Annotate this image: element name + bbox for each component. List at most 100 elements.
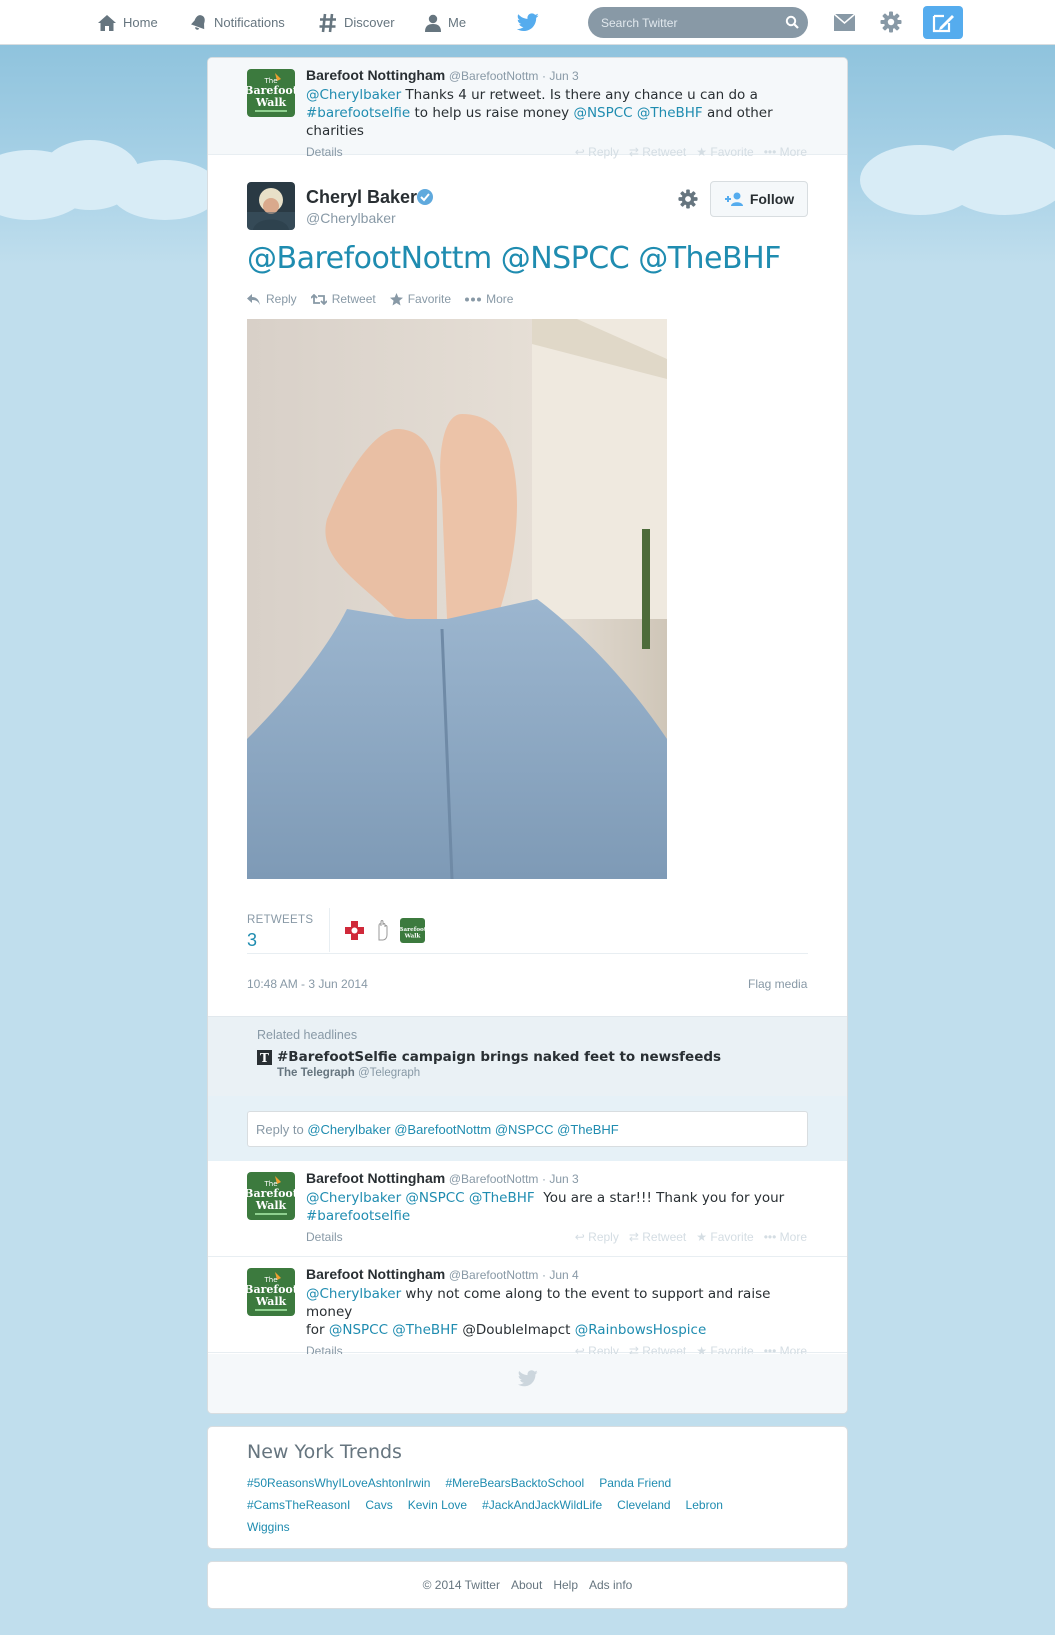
avatar-barefoot-nottingham[interactable]: TheBarefootWalk <box>247 1268 295 1316</box>
tweet-date[interactable]: · Jun 3 <box>542 69 579 83</box>
hashtag-link[interactable]: #barefootselfie <box>306 105 410 121</box>
hashtag-icon <box>319 13 336 32</box>
tweet-text[interactable]: @BarefootNottm @NSPCC @TheBHF <box>247 241 781 276</box>
mention-link[interactable]: @NSPCC <box>573 105 632 121</box>
retweet-action[interactable]: ⇄ Retweet <box>629 145 686 159</box>
reply-action[interactable]: ↩ Reply <box>575 1230 619 1244</box>
author-handle[interactable]: @BarefootNottm <box>449 69 539 83</box>
trend-link[interactable]: #CamsTheReasonI <box>247 1494 350 1516</box>
retweet-action[interactable]: Retweet <box>310 292 376 306</box>
details-link[interactable]: Details <box>306 145 343 159</box>
more-action[interactable]: ••• More <box>764 145 807 159</box>
favorite-action[interactable]: ★ Favorite <box>696 1230 753 1244</box>
ancestor-tweet[interactable]: TheBarefootWalk Barefoot Nottingham @Bar… <box>208 58 847 159</box>
flag-media-link[interactable]: Flag media <box>748 977 807 991</box>
trend-link[interactable]: Lebron <box>686 1494 723 1516</box>
avatar-barefoot-nottingham[interactable]: TheBarefootWalk <box>247 1172 295 1220</box>
favorite-label: Favorite <box>407 292 452 306</box>
nav-discover-label: Discover <box>344 15 395 30</box>
footer-help-link[interactable]: Help <box>553 1578 578 1592</box>
retweets-count[interactable]: 3 <box>247 930 257 951</box>
trend-link[interactable]: #50ReasonsWhyILoveAshtonIrwin <box>247 1472 430 1494</box>
trend-link[interactable]: Wiggins <box>247 1516 290 1538</box>
follow-button[interactable]: Follow <box>710 181 808 217</box>
mention-link[interactable]: @NSPCC @TheBHF <box>329 1322 458 1338</box>
retweeter-avatar[interactable] <box>342 918 367 943</box>
gear-icon[interactable] <box>880 11 902 33</box>
author-name[interactable]: Cheryl Baker <box>306 187 417 208</box>
compose-tweet-button[interactable] <box>923 6 963 39</box>
person-icon <box>425 14 441 32</box>
tweet-actions: Reply Retweet Favorite More <box>247 292 513 306</box>
footer-ads-info-link[interactable]: Ads info <box>589 1578 632 1592</box>
svg-text:T: T <box>260 1051 269 1065</box>
trend-link[interactable]: Kevin Love <box>408 1494 467 1516</box>
gear-icon[interactable] <box>678 189 698 209</box>
mention-link[interactable]: @RainbowsHospice <box>575 1322 707 1338</box>
nav-me[interactable]: Me <box>424 0 466 45</box>
avatar-barefoot-nottingham[interactable]: TheBarefootWalk <box>247 69 295 117</box>
more-action[interactable]: ••• More <box>764 1230 807 1244</box>
reply-tweet[interactable]: TheBarefootWalk Barefoot Nottingham @Bar… <box>208 1161 847 1257</box>
author-name[interactable]: Barefoot Nottingham <box>306 1170 445 1186</box>
trend-link[interactable]: Panda Friend <box>599 1472 671 1494</box>
tweet-date[interactable]: · Jun 3 <box>542 1172 579 1186</box>
logo-text-walk: Walk <box>255 1295 287 1308</box>
reply-action[interactable]: ↩ Reply <box>575 145 619 159</box>
mention-link[interactable]: @TheBHF <box>637 105 703 121</box>
avatar-cheryl-baker[interactable] <box>247 182 295 230</box>
twitter-bird-icon[interactable] <box>517 13 539 32</box>
more-label: More <box>779 1230 807 1244</box>
top-navigation-bar: Home Notifications Discover Me <box>0 0 1055 45</box>
tweet-actions: ↩ Reply ⇄ Retweet ★ Favorite ••• More <box>575 145 807 159</box>
trend-link[interactable]: Cavs <box>365 1494 392 1516</box>
trend-link[interactable]: #MereBearsBacktoSchool <box>445 1472 584 1494</box>
retweet-action[interactable]: ⇄ Retweet <box>629 1230 686 1244</box>
source-handle[interactable]: @Telegraph <box>358 1067 420 1079</box>
footer-about-link[interactable]: About <box>511 1578 542 1592</box>
mention-link[interactable]: @Cherylbaker <box>306 1286 401 1302</box>
tweet-text-segment: to help us raise money <box>410 105 574 121</box>
retweet-icon <box>310 293 327 305</box>
trend-link[interactable]: #JackAndJackWildLife <box>482 1494 602 1516</box>
tweet-stats: RETWEETS 3 BarefootWalk <box>247 908 808 954</box>
author-name[interactable]: Barefoot Nottingham <box>306 1266 445 1282</box>
hashtag-link[interactable]: #barefootselfie <box>306 1208 410 1224</box>
trend-link[interactable]: Cleveland <box>617 1494 670 1516</box>
tweet-actions: ↩ Reply ⇄ Retweet ★ Favorite ••• More <box>575 1230 807 1244</box>
mention-link[interactable]: @Cherylbaker @NSPCC @TheBHF <box>306 1190 535 1206</box>
nav-notifications[interactable]: Notifications <box>190 0 285 45</box>
search-input[interactable] <box>588 15 778 30</box>
search-icon[interactable] <box>785 15 799 29</box>
more-action[interactable]: More <box>465 292 513 306</box>
author-handle[interactable]: @Cherylbaker <box>306 210 396 226</box>
cloud-decoration <box>110 160 220 220</box>
retweeter-avatar[interactable] <box>371 918 396 943</box>
author-handle[interactable]: @BarefootNottm <box>449 1172 539 1186</box>
nav-home[interactable]: Home <box>97 0 158 45</box>
author-handle[interactable]: @BarefootNottm <box>449 1268 539 1282</box>
hand-sketch-logo <box>371 918 396 943</box>
nav-home-label: Home <box>123 15 158 30</box>
nav-notifications-label: Notifications <box>214 15 285 30</box>
favorite-action[interactable]: Favorite <box>389 292 452 306</box>
tweet-media-photo[interactable] <box>247 319 667 879</box>
reply-tweet[interactable]: TheBarefootWalk Barefoot Nottingham @Bar… <box>208 1257 847 1358</box>
barefoot-selfie-photo <box>247 319 667 879</box>
mention-link[interactable]: @Cherylbaker <box>306 87 401 103</box>
author-name[interactable]: Barefoot Nottingham <box>306 67 445 83</box>
reply-label: Reply <box>266 292 297 306</box>
envelope-icon[interactable] <box>833 13 856 32</box>
related-headline-link[interactable]: #BarefootSelfie campaign brings naked fe… <box>277 1049 721 1065</box>
details-link[interactable]: Details <box>306 1230 343 1244</box>
reply-action[interactable]: Reply <box>247 292 297 306</box>
source-name[interactable]: The Telegraph <box>277 1067 355 1079</box>
twitter-bird-icon <box>517 1370 538 1387</box>
tweet-date[interactable]: · Jun 4 <box>542 1268 579 1282</box>
favorite-action[interactable]: ★ Favorite <box>696 145 753 159</box>
nav-discover[interactable]: Discover <box>318 0 395 45</box>
logo-text-barefoot: Barefoot <box>400 927 425 933</box>
reply-input[interactable]: Reply to @Cherylbaker @BarefootNottm @NS… <box>247 1111 808 1147</box>
retweeter-avatar[interactable]: BarefootWalk <box>400 918 425 943</box>
tweet-header: Barefoot Nottingham @BarefootNottm · Jun… <box>306 67 807 84</box>
